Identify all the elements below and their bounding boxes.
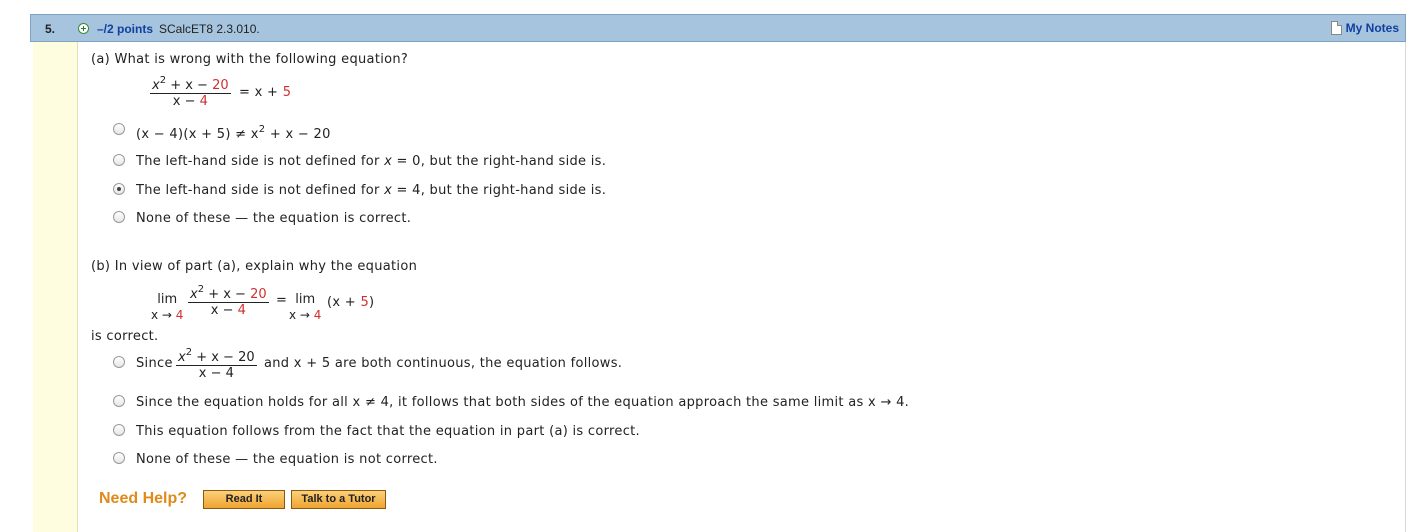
option-b1-fraction: x2 + x − 20 x − 4 (176, 347, 257, 381)
question-number: 5. (45, 22, 56, 36)
question-id: SCalcET8 2.3.010. (159, 22, 260, 36)
radio-b2[interactable] (113, 395, 125, 407)
option-b2-label: Since the equation holds for all x ≠ 4, … (136, 395, 910, 410)
radio-b3[interactable] (113, 424, 125, 436)
part-b-fraction: x2 + x − 20 x − 4 (188, 284, 269, 318)
part-a-rhs: = x + 5 (239, 85, 292, 100)
read-it-button[interactable]: Read It (203, 490, 285, 509)
document-icon (1330, 21, 1342, 35)
my-notes-label: My Notes (1345, 21, 1399, 35)
part-b-equals: = (276, 293, 288, 308)
option-b1-post: and x + 5 are both continuous, the equat… (264, 356, 623, 371)
part-a-prompt: (a) What is wrong with the following equ… (91, 52, 409, 67)
radio-b4[interactable] (113, 452, 125, 464)
option-a2-label: The left-hand side is not defined for x … (136, 154, 607, 169)
option-a4-label: None of these — the equation is correct. (136, 211, 412, 226)
my-notes-button[interactable]: My Notes (1330, 21, 1399, 35)
part-b-after: is correct. (91, 329, 159, 344)
talk-to-tutor-button[interactable]: Talk to a Tutor (291, 490, 386, 509)
need-help-label: Need Help? (99, 490, 188, 507)
left-gutter (33, 42, 78, 532)
part-b-lim-right: lim x → 4 (289, 292, 322, 322)
right-border (1405, 42, 1406, 532)
option-a3-label: The left-hand side is not defined for x … (136, 183, 607, 198)
option-b1-pre: Since (136, 356, 173, 371)
radio-b1[interactable] (113, 356, 125, 368)
radio-a1[interactable] (113, 123, 125, 135)
radio-a3[interactable] (113, 183, 125, 195)
radio-a4[interactable] (113, 211, 125, 223)
option-b3-label: This equation follows from the fact that… (136, 424, 640, 439)
question-header: 5. –/2 points SCalcET8 2.3.010. My Notes (30, 14, 1406, 42)
option-a1-label: (x − 4)(x + 5) ≠ x2 + x − 20 (136, 124, 331, 143)
radio-a2[interactable] (113, 154, 125, 166)
part-b-lim-left: lim x → 4 (151, 292, 184, 322)
part-b-prompt: (b) In view of part (a), explain why the… (91, 259, 418, 274)
part-b-rhs: (x + 5) (327, 295, 375, 310)
option-b4-label: None of these — the equation is not corr… (136, 452, 438, 467)
part-a-fraction: x2 + x − 20 x − 4 (150, 75, 231, 109)
points-link[interactable]: –/2 points (97, 22, 153, 36)
plus-circle-icon[interactable] (78, 23, 89, 34)
